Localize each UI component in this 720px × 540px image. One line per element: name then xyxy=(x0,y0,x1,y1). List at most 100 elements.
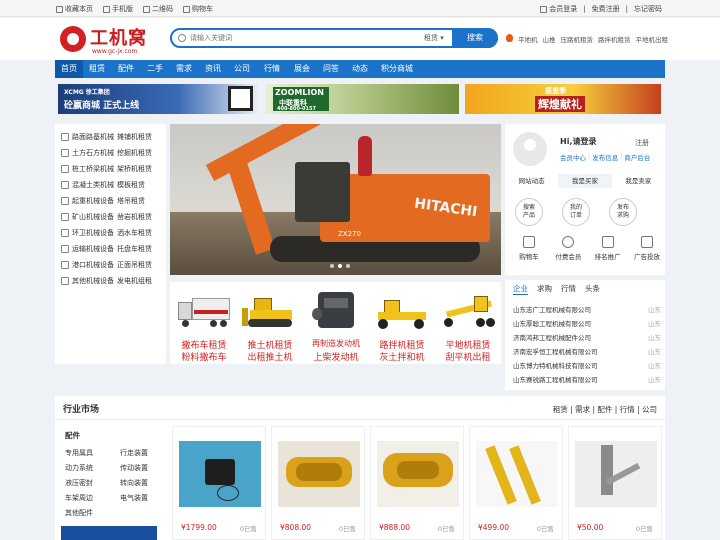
post-info-link[interactable]: 发布信息 xyxy=(592,152,618,162)
grader-image xyxy=(440,288,496,330)
register-link[interactable]: 注册 xyxy=(635,138,649,148)
nav-parts[interactable]: 配件 xyxy=(113,60,139,78)
hot-link[interactable]: 压路机租赁 xyxy=(561,34,594,44)
slider-dots xyxy=(330,264,350,268)
product-card[interactable]: 撒布车租赁 粉料撒布车 xyxy=(172,282,236,364)
list-item[interactable]: 山东赛锐路工程机械有限公司 山东 xyxy=(513,374,661,384)
category-item[interactable]: 桩工桥梁机械 架桥机租赁 xyxy=(61,164,152,174)
category-item[interactable]: 矿山机械设备 凿岩机租赁 xyxy=(61,212,152,222)
list-item[interactable]: 济南宏孚恒工程机械有限公司 山东 xyxy=(513,346,661,356)
search-button[interactable]: 搜索 xyxy=(452,28,498,48)
nav-qa[interactable]: 问答 xyxy=(318,60,344,78)
controller-image xyxy=(179,441,261,507)
ads-shortcut[interactable]: 广告投放 xyxy=(631,236,663,261)
nav-rental[interactable]: 租赁 xyxy=(84,60,110,78)
category-item[interactable]: 土方石方机械 挖掘机租赁 xyxy=(61,148,152,158)
nav-expo[interactable]: 展会 xyxy=(289,60,315,78)
nav-company[interactable]: 公司 xyxy=(229,60,255,78)
category-item[interactable]: 港口机械设备 正面吊租赁 xyxy=(61,260,152,270)
search-type-select[interactable]: 租赁 ▾ xyxy=(424,33,444,43)
parts-link[interactable]: 液压密封 xyxy=(65,478,93,488)
qrcode-icon xyxy=(143,5,150,13)
search-input[interactable] xyxy=(190,32,380,44)
site-logo[interactable]: 工机窝 www.gc-jx.com xyxy=(60,24,150,56)
tab-headlines[interactable]: 头条 xyxy=(585,283,600,295)
cart-icon xyxy=(523,236,535,248)
product-strip: 撒布车租赁 粉料撒布车 推土机租赁 出租推土机 再制造发动机 上柴发动机 路拌机… xyxy=(170,282,501,364)
list-item[interactable]: 济南鸿邦工程机械配件公司 山东 xyxy=(513,332,661,342)
nav-market[interactable]: 行情 xyxy=(259,60,285,78)
category-item[interactable]: 路面路基机械 摊铺机租赁 xyxy=(61,132,152,142)
ranking-shortcut[interactable]: 排名推广 xyxy=(592,236,624,261)
mobile-link[interactable]: 手机版 xyxy=(103,4,133,14)
nav-points-mall[interactable]: 积分商城 xyxy=(377,60,417,78)
product-card[interactable]: ¥808.00 0已售 xyxy=(271,426,365,540)
bookmark-link[interactable]: 收藏本页 xyxy=(56,4,93,14)
spreader-truck-image xyxy=(176,288,232,330)
category-item[interactable]: 环卫机械设备 洒水车租赁 xyxy=(61,228,152,238)
promo-banner[interactable] xyxy=(61,526,157,540)
hero-slider[interactable]: HITACHI ZX270 xyxy=(170,124,501,275)
tab-requests[interactable]: 求购 xyxy=(537,283,552,295)
slider-dot[interactable] xyxy=(330,264,334,268)
hot-link[interactable]: 路拌机租赁 xyxy=(598,34,631,44)
parts-link[interactable]: 传动装置 xyxy=(120,463,148,473)
tab-site-news[interactable]: 网站动态 xyxy=(505,174,558,188)
tab-buyer[interactable]: 我是买家 xyxy=(558,174,612,188)
product-card[interactable]: ¥499.00 0已售 xyxy=(469,426,563,540)
tab-quotes[interactable]: 行情 xyxy=(561,283,576,295)
parts-link[interactable]: 动力系统 xyxy=(65,463,93,473)
qrcode-link[interactable]: 二维码 xyxy=(143,4,173,14)
nav-dynamics[interactable]: 动态 xyxy=(347,60,373,78)
parts-link[interactable]: 电气装置 xyxy=(120,493,148,503)
parts-link[interactable]: 车架周边 xyxy=(65,493,93,503)
slider-dot[interactable] xyxy=(338,264,342,268)
login-greeting[interactable]: Hi,请登录 xyxy=(560,136,596,147)
category-item[interactable]: 起重机械设备 塔吊租赁 xyxy=(61,196,145,206)
list-item[interactable]: 山东志广工程机械有限公司 山东 xyxy=(513,304,661,314)
hot-link[interactable]: 平地机 xyxy=(518,34,538,44)
product-card[interactable]: 平地机租赁 刮平机出租 xyxy=(436,282,500,364)
slider-dot[interactable] xyxy=(346,264,350,268)
product-card[interactable]: 再制造发动机 上柴发动机 xyxy=(304,282,368,364)
tab-seller[interactable]: 我是卖家 xyxy=(612,174,665,188)
list-item[interactable]: 山东厚聪工程机械有限公司 山东 xyxy=(513,318,661,328)
nav-used[interactable]: 二手 xyxy=(142,60,168,78)
parts-link[interactable]: 转向装置 xyxy=(120,478,148,488)
cart-shortcut[interactable]: 购物车 xyxy=(513,236,545,261)
category-item[interactable]: 混凝土类机械 模板租赁 xyxy=(61,180,145,190)
parts-link[interactable]: 专用属具 xyxy=(65,448,93,458)
hot-link[interactable]: 山推 xyxy=(543,34,556,44)
banner-promo[interactable]: 感恩季 辉煌献礼 xyxy=(465,84,661,114)
product-card[interactable]: ¥1799.00 0已售 xyxy=(172,426,266,540)
list-item[interactable]: 山东博力特机械科技有限公司 山东 xyxy=(513,360,661,370)
nav-demand[interactable]: 需求 xyxy=(171,60,197,78)
merchant-admin-link[interactable]: 商户后台 xyxy=(624,152,650,162)
product-card[interactable]: ¥888.00 0已售 xyxy=(370,426,464,540)
my-orders-button[interactable]: 我的 订单 xyxy=(562,198,590,226)
login-link[interactable]: 会员登录 xyxy=(540,4,577,14)
nav-home[interactable]: 首页 xyxy=(55,60,83,78)
parts-link[interactable]: 其他配件 xyxy=(65,508,93,518)
search-products-button[interactable]: 搜索 产品 xyxy=(515,198,543,226)
product-card[interactable]: ¥50.00 0已售 xyxy=(568,426,662,540)
parts-link[interactable]: 行走装置 xyxy=(120,448,148,458)
product-card[interactable]: 路拌机租赁 灰土拌和机 xyxy=(370,282,434,364)
banner-zoomlion[interactable]: ZOOMLION 中联重科 400-800-0157 xyxy=(265,84,459,114)
excavator-icon xyxy=(61,149,69,157)
product-card[interactable]: 推土机租赁 出租推土机 xyxy=(238,282,302,364)
register-link[interactable]: 免费注册 xyxy=(592,4,620,14)
vip-shortcut[interactable]: 付费会员 xyxy=(552,236,584,261)
market-links[interactable]: 租赁 | 需求 | 配件 | 行情 | 公司 xyxy=(553,404,657,415)
member-center-link[interactable]: 会员中心 xyxy=(560,152,586,162)
post-request-button[interactable]: 发布 求购 xyxy=(609,198,637,226)
tab-companies[interactable]: 企业 xyxy=(513,283,528,295)
forgot-password-link[interactable]: 忘记密码 xyxy=(634,4,662,14)
nav-news[interactable]: 资讯 xyxy=(200,60,226,78)
hot-link[interactable]: 平地机出租 xyxy=(636,34,669,44)
banner-xcmg[interactable]: XCMG 徐工集团 砼嬴商城 正式上线 xyxy=(58,84,258,114)
parts-sidebar: 配件 专用属具 行走装置 动力系统 传动装置 液压密封 转向装置 车架周边 电气… xyxy=(55,424,165,540)
category-item[interactable]: 其他机械设备 发电机组租 xyxy=(61,276,152,286)
cart-link[interactable]: 购物车 xyxy=(183,4,213,14)
category-item[interactable]: 运输机械设备 托盘车租赁 xyxy=(61,244,152,254)
